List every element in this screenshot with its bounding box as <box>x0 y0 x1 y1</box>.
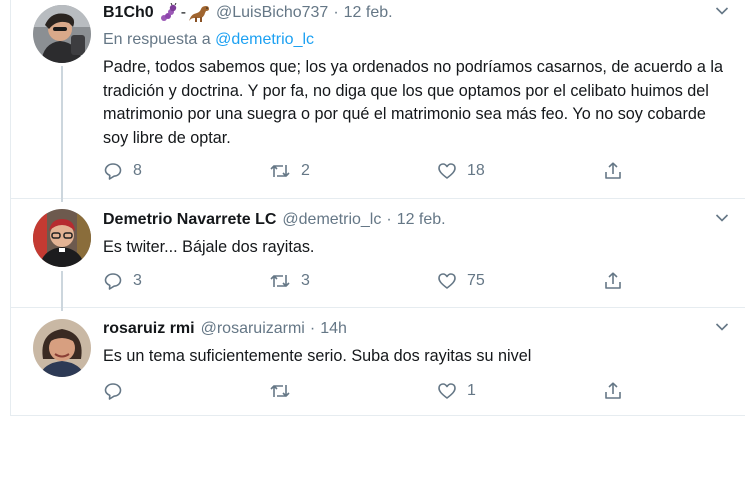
like-count: 75 <box>467 272 485 289</box>
chevron-down-icon[interactable] <box>715 213 729 223</box>
thread-connector-line <box>61 271 63 311</box>
user-handle[interactable]: @demetrio_lc <box>282 211 381 229</box>
thread-connector-line <box>61 66 63 202</box>
retweet-icon <box>270 275 290 287</box>
reply-mention-link[interactable]: @demetrio_lc <box>215 31 314 48</box>
like-icon <box>438 273 456 289</box>
like-icon <box>438 163 456 179</box>
retweet-button[interactable]: 3 <box>269 269 310 293</box>
reply-icon <box>104 163 122 180</box>
separator-dot: · <box>309 320 316 337</box>
user-handle[interactable]: @rosaruizarmi <box>201 320 305 338</box>
like-count: 18 <box>467 162 485 179</box>
avatar-rosaruiz[interactable] <box>33 319 91 377</box>
reply-button[interactable]: 3 <box>103 269 142 293</box>
timestamp[interactable]: 12 feb. <box>344 4 393 22</box>
avatar-demetrio[interactable] <box>33 209 91 267</box>
retweet-icon <box>270 165 290 177</box>
reply-icon <box>104 273 122 290</box>
reply-count: 8 <box>133 162 142 179</box>
reply-button[interactable] <box>103 379 133 403</box>
reply-context: En respuesta a @demetrio_lc <box>103 31 314 49</box>
chevron-down-icon[interactable] <box>715 322 729 332</box>
tweet-text: Es un tema suficientemente serio. Suba d… <box>103 347 532 365</box>
avatar-b1ch0[interactable] <box>33 5 91 63</box>
share-icon <box>605 162 621 179</box>
like-button[interactable]: 75 <box>437 269 485 293</box>
share-button[interactable] <box>603 159 623 183</box>
dinosaur-emoji <box>188 3 210 23</box>
timestamp[interactable]: 12 feb. <box>397 211 446 229</box>
retweet-icon <box>270 385 290 397</box>
tweet-actions: 3 3 75 <box>103 269 633 293</box>
retweet-count: 3 <box>301 272 310 289</box>
reply-icon <box>104 383 122 400</box>
display-name[interactable]: B1Ch0 <box>103 4 154 22</box>
tweet-text: Es twiter... Bájale dos rayitas. <box>103 238 315 256</box>
tweet-header: B1Ch0 - @LuisBicho737 · 12 feb. <box>103 3 393 23</box>
share-button[interactable] <box>603 379 623 403</box>
user-handle[interactable]: @LuisBicho737 <box>216 4 328 22</box>
separator-dot: · <box>333 4 339 21</box>
share-icon <box>605 272 621 289</box>
tweet-actions: 8 2 18 <box>103 159 633 183</box>
display-name[interactable]: Demetrio Navarrete LC <box>103 211 276 229</box>
chevron-down-icon[interactable] <box>715 6 729 16</box>
timestamp[interactable]: 14h <box>320 320 347 338</box>
display-name[interactable]: rosaruiz rmi <box>103 320 195 338</box>
like-button[interactable]: 1 <box>437 379 476 403</box>
retweet-count: 2 <box>301 162 310 179</box>
like-button[interactable]: 18 <box>437 159 485 183</box>
tweet-text: Padre, todos sabemos que; los ya ordenad… <box>103 58 724 147</box>
tweet-header: rosaruiz rmi @rosaruizarmi · 14h <box>103 320 347 338</box>
share-button[interactable] <box>603 269 623 293</box>
share-icon <box>605 382 621 399</box>
reply-count: 3 <box>133 272 142 289</box>
caterpillar-emoji <box>160 3 180 23</box>
reply-button[interactable]: 8 <box>103 159 142 183</box>
reply-prefix: En respuesta a <box>103 31 211 48</box>
separator-dot: · <box>386 211 392 228</box>
like-count: 1 <box>467 382 476 399</box>
tweet-actions: 1 <box>103 379 633 403</box>
tweet-header: Demetrio Navarrete LC @demetrio_lc · 12 … <box>103 211 446 229</box>
retweet-button[interactable]: 2 <box>269 159 310 183</box>
like-icon <box>438 383 456 399</box>
retweet-button[interactable] <box>269 379 301 403</box>
